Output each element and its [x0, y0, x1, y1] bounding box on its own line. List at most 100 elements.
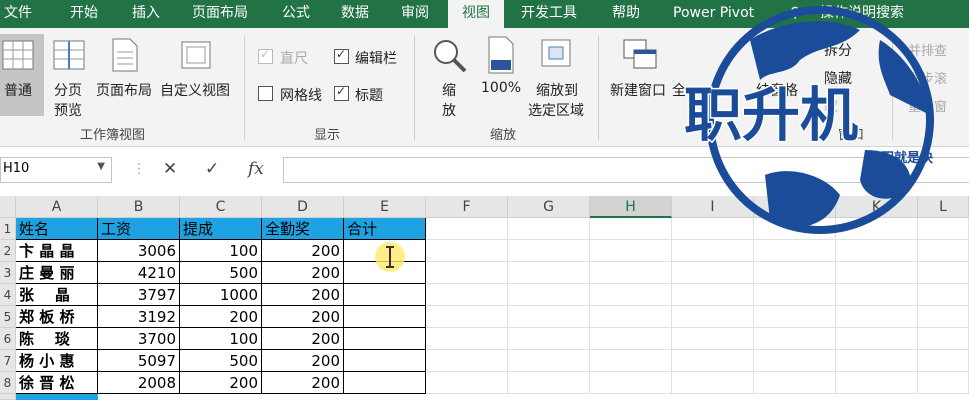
table-row-4-total[interactable] — [344, 306, 426, 328]
grid-cell[interactable] — [672, 328, 754, 350]
grid-cell[interactable] — [426, 328, 508, 350]
confirm-icon[interactable]: ✓ — [205, 159, 219, 179]
row-header-9[interactable] — [0, 394, 16, 400]
grid-cell[interactable] — [836, 372, 918, 394]
table-row-7-commission[interactable]: 200 — [180, 372, 262, 394]
table-row-8-name[interactable] — [16, 394, 98, 400]
table-row-2-name[interactable]: 庄 曼 丽 — [16, 262, 98, 284]
grid-cell[interactable] — [426, 218, 508, 240]
grid-cell[interactable] — [754, 328, 836, 350]
grid-cell[interactable] — [754, 284, 836, 306]
name-box[interactable]: H10 ▼ — [0, 157, 112, 183]
drag-handle-icon[interactable]: ⋮ — [132, 161, 146, 177]
table-row-4-salary[interactable]: 3192 — [98, 306, 180, 328]
col-header-f[interactable]: F — [426, 196, 508, 218]
page-break-preview-icon[interactable] — [52, 40, 86, 72]
table-row-5-total[interactable] — [344, 328, 426, 350]
row-header-3[interactable]: 3 — [0, 262, 16, 284]
grid-cell[interactable] — [508, 372, 590, 394]
table-row-1-salary[interactable]: 3006 — [98, 240, 180, 262]
grid-cell[interactable] — [918, 262, 969, 284]
grid-cell[interactable] — [836, 350, 918, 372]
grid-cell[interactable] — [426, 350, 508, 372]
table-row-4-commission[interactable]: 200 — [180, 306, 262, 328]
table-row-2-bonus[interactable]: 200 — [262, 262, 344, 284]
grid-cell[interactable] — [590, 372, 672, 394]
grid-cell[interactable] — [508, 284, 590, 306]
grid-cell[interactable] — [426, 372, 508, 394]
tab-insert[interactable]: 插入 — [132, 0, 160, 28]
table-row-1-commission[interactable]: 100 — [180, 240, 262, 262]
row-header-2[interactable]: 2 — [0, 240, 16, 262]
col-header-b[interactable]: B — [98, 196, 180, 218]
tab-view[interactable]: 视图 — [448, 0, 504, 28]
grid-cell[interactable] — [590, 328, 672, 350]
grid-cell[interactable] — [918, 306, 969, 328]
row-header-7[interactable]: 7 — [0, 350, 16, 372]
col-header-e[interactable]: E — [344, 196, 426, 218]
table-row-4-name[interactable]: 郑 板 桥 — [16, 306, 98, 328]
grid-cell[interactable] — [672, 284, 754, 306]
row-header-6[interactable]: 6 — [0, 328, 16, 350]
table-row-1-name[interactable]: 卞 晶 晶 — [16, 240, 98, 262]
tab-page-layout[interactable]: 页面布局 — [192, 0, 248, 28]
tab-home[interactable]: 开始 — [70, 0, 98, 28]
grid-cell[interactable] — [918, 372, 969, 394]
tab-developer[interactable]: 开发工具 — [521, 0, 577, 28]
row-header-8[interactable]: 8 — [0, 372, 16, 394]
table-row-6-salary[interactable]: 5097 — [98, 350, 180, 372]
grid-cell[interactable] — [426, 306, 508, 328]
grid-cell[interactable] — [836, 306, 918, 328]
table-row-5-salary[interactable]: 3700 — [98, 328, 180, 350]
grid-cell[interactable] — [836, 262, 918, 284]
tab-data[interactable]: 数据 — [341, 0, 369, 28]
grid-cell[interactable] — [426, 240, 508, 262]
grid-cell[interactable] — [426, 262, 508, 284]
chevron-down-icon[interactable]: ▼ — [97, 161, 105, 172]
table-row-7-salary[interactable]: 2008 — [98, 372, 180, 394]
grid-cell[interactable] — [508, 240, 590, 262]
formula-bar-checkbox[interactable]: ✓ — [334, 47, 349, 64]
insert-function-icon[interactable]: fx — [248, 159, 264, 179]
grid-cell[interactable] — [672, 306, 754, 328]
custom-views-icon[interactable] — [180, 40, 214, 72]
cancel-icon[interactable]: ✕ — [163, 159, 177, 179]
headings-checkbox[interactable]: ✓ — [334, 84, 349, 101]
grid-cell[interactable] — [590, 262, 672, 284]
table-row-6-total[interactable] — [344, 350, 426, 372]
grid-cell[interactable] — [672, 350, 754, 372]
table-row-7-total[interactable] — [344, 372, 426, 394]
gridlines-checkbox[interactable] — [258, 86, 273, 101]
grid-cell[interactable] — [754, 350, 836, 372]
table-row-5-commission[interactable]: 100 — [180, 328, 262, 350]
col-header-c[interactable]: C — [180, 196, 262, 218]
header-cell-bonus[interactable]: 全勤奖 — [262, 218, 344, 240]
ruler-checkbox[interactable]: ✓ — [258, 47, 273, 64]
table-row-3-total[interactable] — [344, 284, 426, 306]
grid-cell[interactable] — [918, 350, 969, 372]
table-row-4-bonus[interactable]: 200 — [262, 306, 344, 328]
tab-help[interactable]: 帮助 — [612, 0, 640, 28]
table-row-7-name[interactable]: 徐 晋 松 — [16, 372, 98, 394]
row-header-5[interactable]: 5 — [0, 306, 16, 328]
grid-cell[interactable] — [754, 372, 836, 394]
zoom-to-selection-icon[interactable] — [540, 38, 574, 70]
grid-cell[interactable] — [836, 328, 918, 350]
grid-cell[interactable] — [918, 284, 969, 306]
grid-cell[interactable] — [672, 262, 754, 284]
table-row-1-bonus[interactable]: 200 — [262, 240, 344, 262]
header-cell-commission[interactable]: 提成 — [180, 218, 262, 240]
table-row-3-salary[interactable]: 3797 — [98, 284, 180, 306]
header-cell-total[interactable]: 合计 — [344, 218, 426, 240]
tab-file[interactable]: 文件 — [4, 0, 32, 28]
grid-cell[interactable] — [590, 284, 672, 306]
grid-cell[interactable] — [590, 350, 672, 372]
table-row-5-name[interactable]: 陈 琰 — [16, 328, 98, 350]
table-row-6-bonus[interactable]: 200 — [262, 350, 344, 372]
grid-cell[interactable] — [754, 306, 836, 328]
grid-cell[interactable] — [508, 262, 590, 284]
grid-cell[interactable] — [754, 262, 836, 284]
header-cell-name[interactable]: 姓名 — [16, 218, 98, 240]
grid-cell[interactable] — [918, 328, 969, 350]
table-row-6-commission[interactable]: 500 — [180, 350, 262, 372]
